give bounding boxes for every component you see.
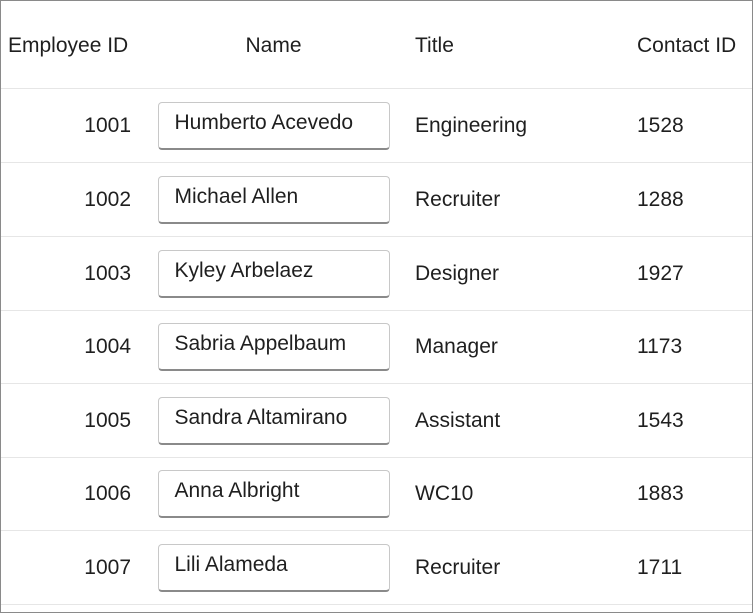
name-cell: Sandra Altamirano	[141, 384, 406, 457]
name-cell: Humberto Acevedo	[141, 89, 406, 162]
title-cell: Designer	[415, 261, 500, 285]
contact-id-cell: 1288	[637, 187, 684, 211]
contact-id-cell: 1711	[637, 555, 683, 579]
employee-id-cell: 1002	[84, 187, 131, 211]
header-title[interactable]: Title	[415, 1, 615, 88]
contact-id-cell: 1927	[637, 261, 684, 285]
table-row[interactable]: 1006 Anna Albright WC10 1883	[1, 457, 752, 531]
name-cell: Sabria Appelbaum	[141, 310, 406, 383]
name-cell: Anna Albright	[141, 457, 406, 530]
table-row[interactable]: 1001 Humberto Acevedo Engineering 1528	[1, 89, 752, 163]
name-editor[interactable]: Kyley Arbelaez	[157, 249, 390, 298]
title-cell: Engineering	[415, 113, 528, 137]
name-editor[interactable]: Sandra Altamirano	[157, 396, 390, 445]
name-editor[interactable]: Humberto Acevedo	[157, 101, 390, 150]
name-cell: Lili Alameda	[141, 531, 406, 604]
name-editor[interactable]: Anna Albright	[157, 469, 390, 518]
table-row[interactable]: 1007 Lili Alameda Recruiter 1711	[1, 531, 752, 605]
title-cell: Recruiter	[415, 187, 501, 211]
employee-id-cell: 1006	[84, 481, 131, 505]
title-cell: Manager	[415, 334, 498, 358]
contact-id-cell: 1173	[637, 334, 683, 358]
name-editor[interactable]: Michael Allen	[157, 175, 390, 224]
grid-header-row: Employee ID Name Title Contact ID	[1, 1, 752, 89]
title-cell: Assistant	[415, 408, 501, 432]
name-cell: Michael Allen	[141, 163, 406, 236]
table-row[interactable]: 1003 Kyley Arbelaez Designer 1927	[1, 237, 752, 311]
employee-id-cell: 1004	[84, 334, 131, 358]
employee-id-cell: 1003	[84, 261, 131, 285]
contact-id-cell: 1883	[637, 481, 684, 505]
employee-id-cell: 1005	[84, 408, 131, 432]
name-editor[interactable]: Sabria Appelbaum	[157, 322, 390, 371]
table-row[interactable]: 1004 Sabria Appelbaum Manager 1173	[1, 310, 752, 384]
header-name[interactable]: Name	[141, 1, 406, 88]
table-row[interactable]: 1005 Sandra Altamirano Assistant 1543	[1, 384, 752, 458]
employee-id-cell: 1007	[84, 555, 131, 579]
name-editor[interactable]: Lili Alameda	[157, 543, 390, 592]
employee-data-grid: Employee ID Name Title Contact ID 1001 H…	[0, 0, 753, 613]
title-cell: WC10	[415, 481, 474, 505]
name-cell: Kyley Arbelaez	[141, 237, 406, 310]
header-contact-id[interactable]: Contact ID	[637, 1, 747, 88]
contact-id-cell: 1528	[637, 113, 684, 137]
employee-id-cell: 1001	[84, 113, 131, 137]
title-cell: Recruiter	[415, 555, 501, 579]
table-row[interactable]: 1002 Michael Allen Recruiter 1288	[1, 163, 752, 237]
header-employee-id[interactable]: Employee ID	[8, 1, 138, 88]
contact-id-cell: 1543	[637, 408, 684, 432]
